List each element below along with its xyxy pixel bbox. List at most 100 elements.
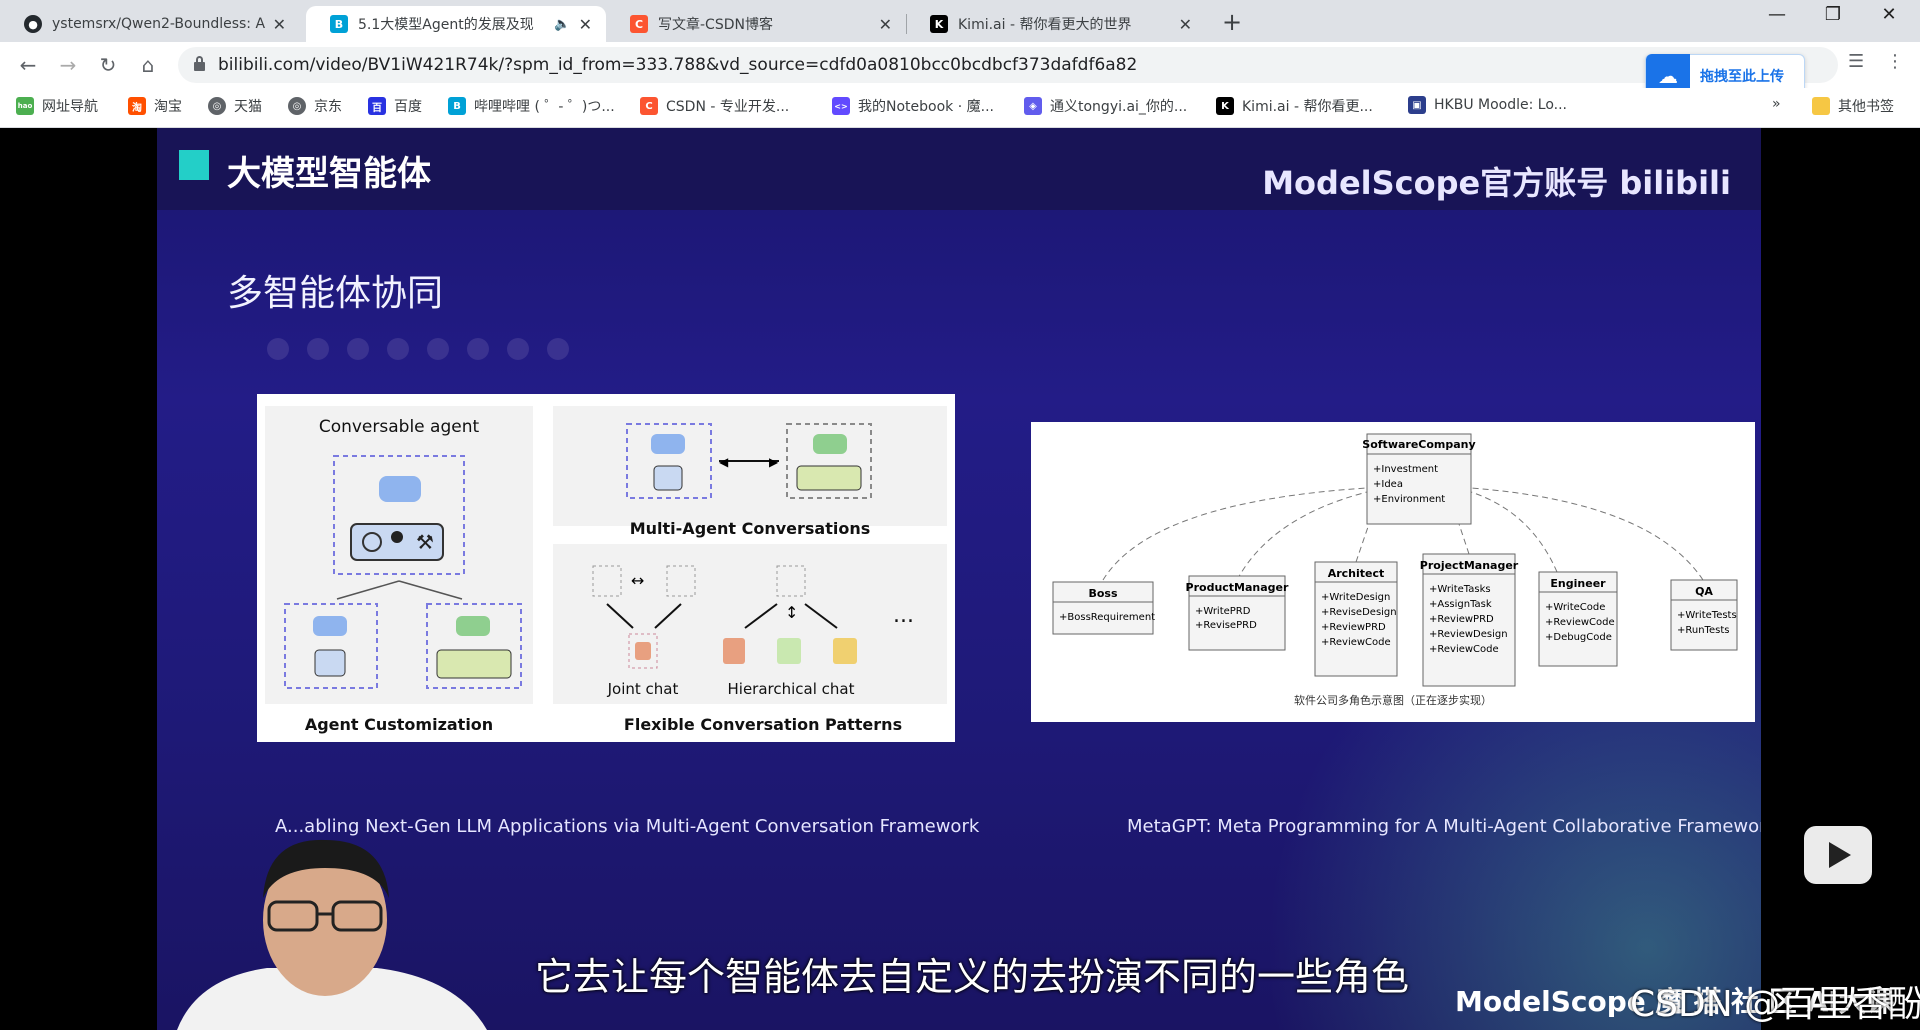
tab-title: 写文章-CSDN博客: [658, 17, 773, 33]
svg-text:▶: ▶: [769, 455, 779, 469]
svg-text:Architect: Architect: [1328, 567, 1385, 580]
browser-toolbar: ← → ↻ ⌂ bilibili.com/video/BV1iW421R74k/…: [0, 42, 1920, 88]
play-icon[interactable]: [1804, 826, 1872, 884]
bookmark-item[interactable]: <> 我的Notebook · 魔...: [832, 96, 994, 116]
bookmark-label: 网址导航: [42, 99, 98, 115]
folder-icon: [1812, 97, 1830, 115]
svg-text:+BossRequirement: +BossRequirement: [1059, 612, 1155, 623]
bookmark-item[interactable]: ◎ 京东: [288, 96, 342, 116]
bookmark-item[interactable]: K Kimi.ai - 帮你看更...: [1216, 96, 1373, 116]
bookmark-icon: 淘: [128, 97, 146, 115]
bookmark-item[interactable]: hao 网址导航: [16, 96, 98, 116]
svg-text:+WritePRD: +WritePRD: [1195, 606, 1251, 617]
svg-text:+ReviewPRD: +ReviewPRD: [1429, 614, 1494, 625]
notebook-icon: <>: [832, 97, 850, 115]
bookmark-item[interactable]: ◈ 通义tongyi.ai_你的...: [1024, 96, 1187, 116]
metagpt-uml-diagram: SoftwareCompany +Investment +Idea +Envir…: [1052, 433, 1738, 707]
svg-text:+Idea: +Idea: [1373, 479, 1403, 490]
autogen-figure: Conversable agent ⚒ Agent Customization: [257, 394, 955, 742]
svg-text:+Environment: +Environment: [1373, 494, 1445, 505]
menu-icon[interactable]: ⋮: [1886, 51, 1904, 72]
bilibili-icon: B: [448, 97, 466, 115]
svg-text:+ReviewCode: +ReviewCode: [1545, 617, 1615, 628]
svg-text:↕: ↕: [785, 603, 798, 622]
lock-icon: [194, 56, 205, 71]
tab-bilibili[interactable]: B 5.1大模型Agent的发展及现 🔈 ✕: [306, 6, 606, 42]
playlist-icon[interactable]: ☰: [1848, 51, 1864, 72]
bookmark-label: 京东: [314, 99, 342, 115]
url-text: bilibili.com/video/BV1iW421R74k/?spm_id_…: [218, 55, 1138, 75]
autogen-diagram: Conversable agent ⚒ Agent Customization: [265, 406, 947, 734]
upload-label: 拖拽至此上传: [1700, 69, 1784, 85]
svg-text:↔: ↔: [631, 571, 644, 590]
bookmarks-bar: hao 网址导航 淘淘宝 ◎ 天猫 ◎ 京东 百百度 B 哔哩哔哩 ( ゜- ゜)つ..…: [0, 88, 1920, 128]
speaker-icon[interactable]: 🔈: [554, 17, 570, 32]
bookmark-item[interactable]: 淘淘宝: [128, 96, 182, 116]
forward-button[interactable]: →: [54, 51, 82, 79]
close-icon[interactable]: ✕: [1179, 15, 1192, 34]
more-bookmarks-button[interactable]: »: [1772, 96, 1781, 112]
metagpt-figure: SoftwareCompany +Investment +Idea +Envir…: [1031, 422, 1755, 722]
close-icon[interactable]: ✕: [579, 15, 592, 34]
kimi-icon: K: [1216, 97, 1234, 115]
robot-icon: [313, 616, 347, 636]
address-bar[interactable]: bilibili.com/video/BV1iW421R74k/?spm_id_…: [178, 47, 1838, 83]
csdn-watermark: CSDN @百里香酚兰: [1630, 984, 1920, 1025]
tab-strip: ● ystemsrx/Qwen2-Boundless: A ✕ B 5.1大模型…: [0, 0, 1920, 42]
bookmark-item[interactable]: ▣ HKBU Moodle: Lo...: [1408, 96, 1567, 114]
multi-agent-label: Multi-Agent Conversations: [630, 519, 871, 538]
home-button[interactable]: ⌂: [134, 51, 162, 79]
metagpt-figure-caption: 软件公司多角色示意图（正在逐步实现）: [1294, 693, 1492, 707]
tab-title: ystemsrx/Qwen2-Boundless: A: [52, 16, 265, 32]
bookmark-item[interactable]: B 哔哩哔哩 ( ゜- ゜)つ...: [448, 96, 615, 116]
other-bookmarks[interactable]: 其他书签: [1812, 96, 1894, 116]
tab-kimi[interactable]: K Kimi.ai - 帮你看更大的世界 ✕: [906, 6, 1206, 42]
tools-icon: ⚒: [416, 530, 434, 554]
bookmark-label: Kimi.ai - 帮你看更...: [1242, 99, 1373, 115]
tab-title: 5.1大模型Agent的发展及现: [358, 17, 534, 33]
slide-title: 大模型智能体: [227, 154, 431, 194]
svg-text:+RevisePRD: +RevisePRD: [1195, 620, 1257, 631]
svg-text:Engineer: Engineer: [1550, 577, 1606, 590]
section-title: 多智能体协同: [227, 273, 444, 314]
conversable-agent-label: Conversable agent: [319, 417, 480, 437]
svg-text:Boss: Boss: [1088, 587, 1117, 600]
agent-customization-label: Agent Customization: [305, 715, 493, 734]
bookmark-label: 哔哩哔哩 ( ゜- ゜)つ...: [474, 99, 615, 115]
bookmark-item[interactable]: 百百度: [368, 96, 422, 116]
close-icon[interactable]: ✕: [273, 15, 286, 34]
bookmark-item[interactable]: C CSDN - 专业开发...: [640, 96, 789, 116]
bookmark-item[interactable]: ◎ 天猫: [208, 96, 262, 116]
tongyi-icon: ◈: [1024, 97, 1042, 115]
svg-text:+ReviewDesign: +ReviewDesign: [1429, 629, 1508, 640]
globe-icon: ◎: [208, 97, 226, 115]
metagpt-caption: MetaGPT: Meta Programming for A Multi-Ag…: [1127, 816, 1761, 837]
globe-icon: ◎: [288, 97, 306, 115]
brand-logo: ModelScope官方账号 bilibili: [1262, 164, 1731, 202]
new-tab-button[interactable]: +: [1222, 8, 1242, 36]
reload-button[interactable]: ↻: [94, 51, 122, 79]
bilibili-icon: B: [330, 15, 348, 33]
csdn-icon: C: [630, 15, 648, 33]
svg-text:+ReviewCode: +ReviewCode: [1321, 637, 1391, 648]
svg-text:+RunTests: +RunTests: [1677, 625, 1729, 636]
tab-github[interactable]: ● ystemsrx/Qwen2-Boundless: A ✕: [0, 6, 300, 42]
close-window-button[interactable]: ✕: [1866, 4, 1912, 25]
video-player[interactable]: 大模型智能体 ModelScope官方账号 bilibili 多智能体协同 Co…: [0, 128, 1920, 1030]
video-subtitle: 它去让每个智能体去自定义的去扮演不同的一些角色: [535, 955, 1410, 999]
robot-icon: [456, 616, 490, 636]
svg-text:+DebugCode: +DebugCode: [1545, 632, 1612, 643]
joint-chat-label: Joint chat: [607, 680, 679, 698]
bookmark-icon: hao: [16, 97, 34, 115]
close-icon[interactable]: ✕: [879, 15, 892, 34]
svg-text:ProjectManager: ProjectManager: [1420, 559, 1519, 572]
svg-text:+WriteTasks: +WriteTasks: [1429, 584, 1491, 595]
svg-text:+ReviseDesign: +ReviseDesign: [1321, 607, 1397, 618]
kimi-icon: K: [930, 15, 948, 33]
back-button[interactable]: ←: [14, 51, 42, 79]
restore-button[interactable]: ❐: [1810, 4, 1856, 25]
minimize-button[interactable]: —: [1754, 4, 1800, 25]
accent-square: [179, 150, 209, 180]
flexible-patterns-label: Flexible Conversation Patterns: [624, 715, 902, 734]
tab-csdn[interactable]: C 写文章-CSDN博客 ✕: [606, 6, 906, 42]
